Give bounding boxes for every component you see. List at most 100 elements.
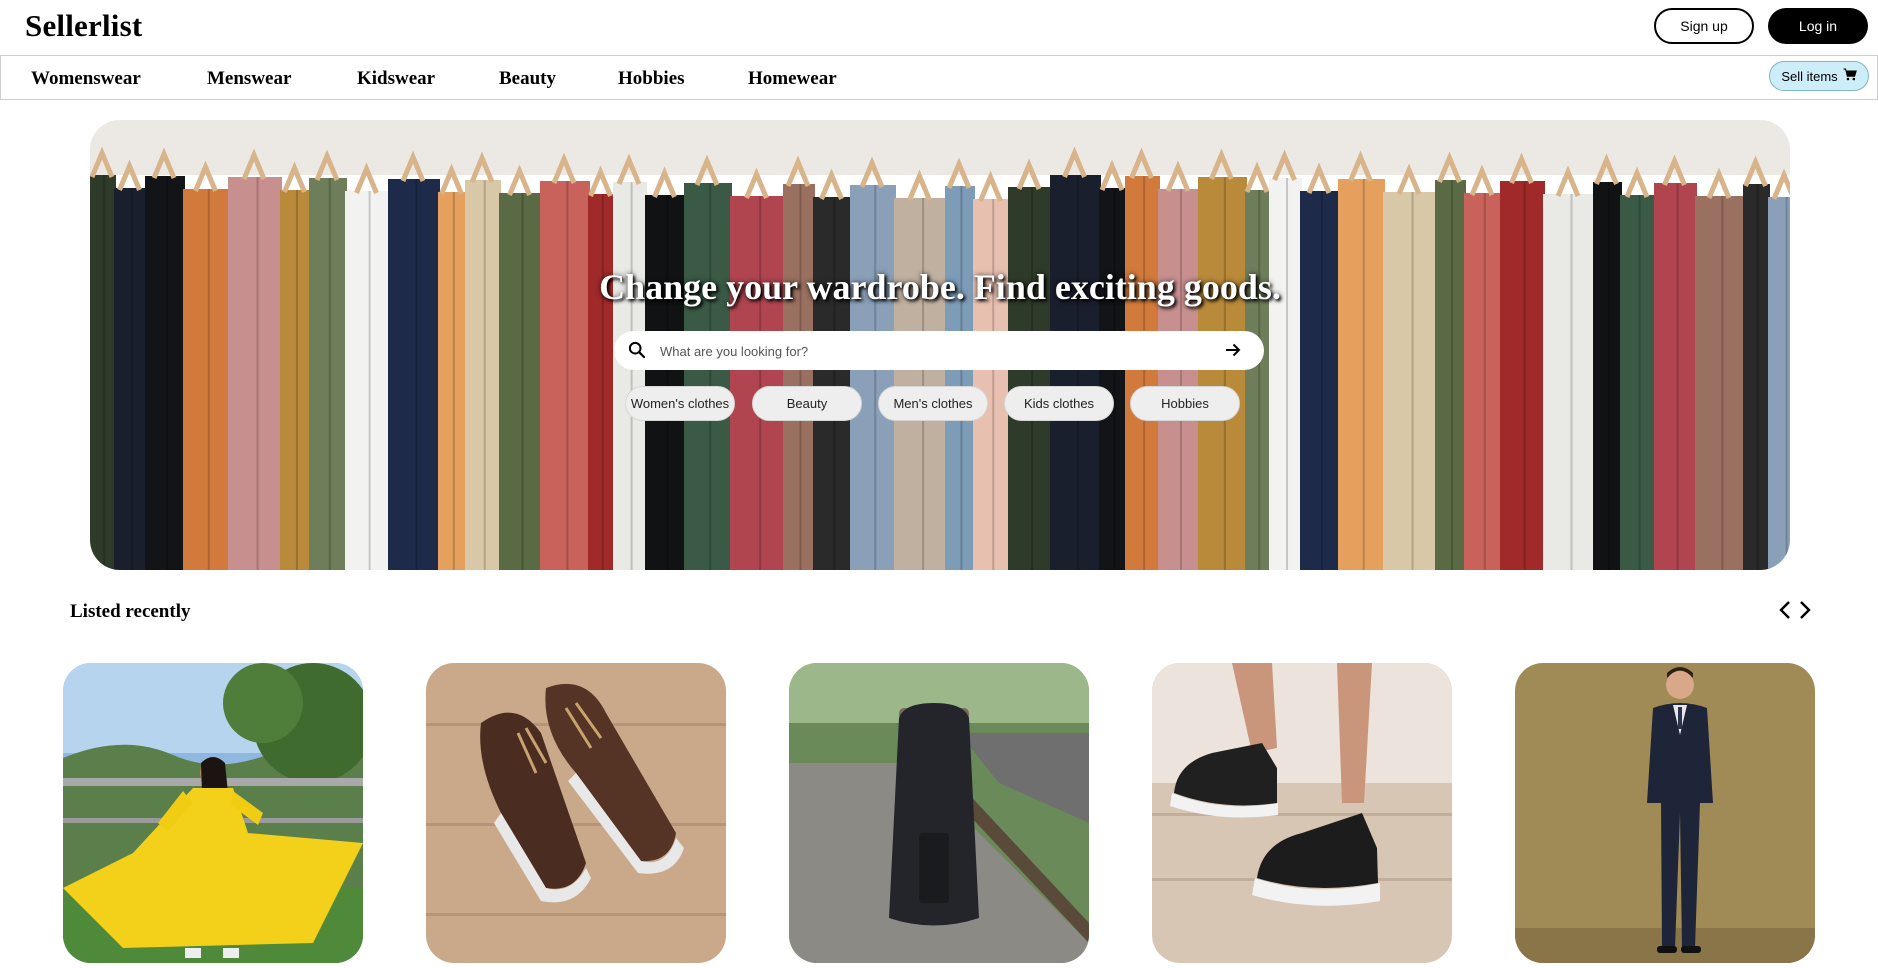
nav-item-womenswear[interactable]: Womenswear	[31, 68, 141, 90]
search-bar	[614, 331, 1264, 370]
garment-fold	[483, 180, 486, 570]
sell-items-button[interactable]: Sell items	[1769, 61, 1869, 91]
garment-fold	[1570, 194, 1573, 570]
hanger	[1771, 168, 1790, 200]
garment	[1500, 181, 1545, 570]
listed-recently-title: Listed recently	[70, 601, 191, 622]
signup-button[interactable]: Sign up	[1654, 8, 1754, 44]
product-card-yellow-dress[interactable]	[63, 663, 363, 963]
garment	[1435, 180, 1466, 570]
product-image	[789, 663, 1089, 963]
garment	[1125, 176, 1160, 570]
garment-fold	[165, 176, 168, 570]
product-image	[426, 663, 726, 963]
garment-fold	[960, 186, 963, 570]
wall-background	[90, 120, 1790, 175]
search-input[interactable]	[658, 338, 1202, 364]
garment-fold	[1258, 190, 1261, 570]
garment	[945, 186, 975, 570]
garment	[90, 175, 116, 570]
garment	[1743, 184, 1770, 570]
hanger	[978, 170, 1003, 202]
garment	[973, 199, 1010, 570]
garment	[1008, 187, 1052, 570]
brand-logo[interactable]: Sellerlist	[25, 8, 142, 44]
garment-fold	[1223, 177, 1226, 570]
chevron-right-icon[interactable]	[1795, 598, 1815, 622]
garment	[228, 177, 282, 570]
garment	[1245, 190, 1271, 570]
garment	[114, 188, 147, 570]
product-image	[1152, 663, 1452, 963]
nav-item-homewear[interactable]: Homewear	[748, 68, 837, 90]
garment-fold	[1607, 182, 1610, 570]
nav-item-beauty[interactable]: Beauty	[499, 68, 556, 90]
garment	[684, 183, 732, 570]
chip-beauty[interactable]: Beauty	[752, 386, 862, 421]
garment-fold	[1031, 187, 1034, 570]
nav-item-menswear[interactable]: Menswear	[207, 68, 291, 90]
chip-kids-clothes[interactable]: Kids clothes	[1004, 386, 1114, 421]
garment-fold	[256, 177, 259, 570]
garment-fold	[1143, 176, 1146, 570]
garment-fold	[666, 195, 669, 570]
garment-fold	[1180, 189, 1182, 570]
garment-fold	[1785, 197, 1788, 570]
garment	[345, 191, 390, 570]
sell-items-label: Sell items	[1781, 68, 1838, 84]
arrow-right-icon[interactable]	[1224, 341, 1242, 364]
garment	[438, 192, 467, 570]
garment-fold	[295, 190, 298, 570]
garment	[388, 179, 440, 570]
top-header: Sellerlist Sign up Log in	[0, 0, 1878, 55]
garment	[1464, 193, 1502, 570]
chip-womens-clothes[interactable]: Women's clothes	[625, 386, 735, 421]
chip-mens-clothes[interactable]: Men's clothes	[878, 386, 988, 421]
garment	[894, 198, 947, 570]
garment	[1158, 189, 1200, 570]
garment	[613, 182, 647, 570]
garment-fold	[566, 181, 569, 570]
garment-fold	[601, 194, 604, 570]
hero-title: Change your wardrobe. Find exciting good…	[599, 267, 1281, 307]
chevron-left-icon[interactable]	[1775, 598, 1795, 622]
product-card-black-backpack[interactable]	[789, 663, 1089, 963]
garment	[1620, 195, 1656, 570]
garment	[1338, 179, 1385, 570]
hanger	[588, 165, 613, 197]
product-image	[63, 663, 363, 963]
garment	[813, 197, 852, 570]
garment-fold	[1286, 178, 1289, 570]
product-card-navy-suit[interactable]	[1515, 663, 1815, 963]
nav-item-hobbies[interactable]: Hobbies	[618, 68, 685, 90]
garment	[465, 180, 501, 570]
garment	[145, 176, 185, 570]
product-card-black-sneakers[interactable]	[1152, 663, 1452, 963]
garment-fold	[328, 178, 331, 570]
garment-fold	[415, 179, 418, 570]
product-card-brown-sneakers[interactable]	[426, 663, 726, 963]
garment	[1198, 177, 1247, 570]
garment	[1543, 194, 1595, 570]
garment-fold	[1113, 188, 1116, 570]
garment-fold	[1756, 184, 1759, 570]
chip-hobbies[interactable]: Hobbies	[1130, 386, 1240, 421]
garment-fold	[1411, 192, 1414, 570]
garment	[280, 190, 311, 570]
garment-fold	[207, 189, 210, 570]
garment-fold	[630, 182, 633, 570]
garment-fold	[1523, 181, 1526, 570]
search-icon	[628, 341, 646, 364]
hanger	[652, 166, 677, 198]
garment-fold	[709, 183, 712, 570]
product-image	[1515, 663, 1815, 963]
login-button[interactable]: Log in	[1768, 8, 1868, 44]
garment-fold	[799, 184, 802, 570]
hanger	[744, 167, 769, 199]
garment-fold	[1721, 196, 1724, 570]
nav-item-kidswear[interactable]: Kidswear	[357, 68, 435, 90]
garment	[499, 193, 542, 570]
hero-banner: Change your wardrobe. Find exciting good…	[90, 120, 1790, 570]
hanger	[1624, 166, 1650, 198]
hanger	[1555, 165, 1581, 197]
